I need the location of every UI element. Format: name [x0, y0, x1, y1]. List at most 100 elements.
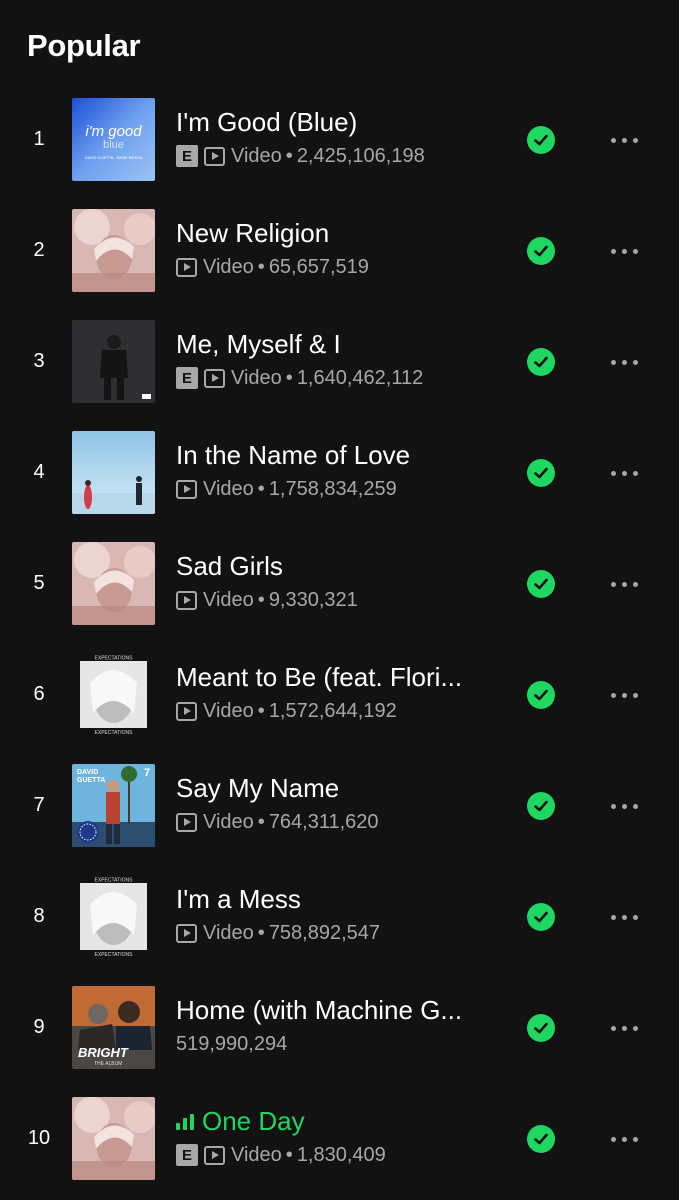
cover-art: i'm good blue DAVID GUETTA · BEBE REXHA	[72, 98, 155, 181]
track-row-7[interactable]: 7 DAVID GUETTA 7 Say My Name Video • 764,3…	[0, 750, 679, 861]
saved-check-icon[interactable]	[527, 903, 555, 931]
track-row-1[interactable]: 1 i'm good blue DAVID GUETTA · BEBE REXH…	[0, 84, 679, 195]
more-options-button[interactable]	[600, 1121, 648, 1157]
track-row-3[interactable]: 3 Me, Myself & I E Video • 1,640,462,112	[0, 306, 679, 417]
track-title[interactable]: Sad Girls	[176, 550, 496, 582]
cover-art	[72, 320, 155, 403]
meta-separator: •	[285, 144, 293, 167]
more-options-button[interactable]	[600, 455, 648, 491]
cover-art	[72, 1097, 155, 1180]
track-title[interactable]: Meant to Be (feat. Flori...	[176, 661, 496, 693]
track-title[interactable]: Say My Name	[176, 772, 496, 804]
track-title-text: Meant to Be (feat. Flori...	[176, 662, 463, 692]
track-row-6[interactable]: 6 EXPECTATIONS EXPECTATIONS Meant to Be …	[0, 639, 679, 750]
track-title[interactable]: New Religion	[176, 217, 496, 249]
dot	[610, 1136, 616, 1142]
track-title[interactable]: I'm Good (Blue)	[176, 106, 496, 138]
track-row-2[interactable]: 2 New Religion Video • 65,657,519	[0, 195, 679, 306]
track-title[interactable]: Me, Myself & I	[176, 328, 496, 360]
album-cover[interactable]: BRIGHT THE ALBUM	[72, 986, 155, 1069]
dot	[610, 581, 616, 587]
dot	[610, 470, 616, 476]
track-meta: Video • 1,758,834,259	[176, 477, 496, 501]
more-options-button[interactable]	[600, 677, 648, 713]
saved-check-icon[interactable]	[527, 348, 555, 376]
play-count: 1,640,462,112	[296, 366, 424, 389]
cover-text: EXPECTATIONS	[95, 730, 134, 736]
album-cover[interactable]: DAVID GUETTA 7	[72, 764, 155, 847]
more-options-button[interactable]	[600, 788, 648, 824]
dot	[632, 1136, 638, 1142]
track-row-8[interactable]: 8 EXPECTATIONS EXPECTATIONS I'm a Mess V…	[0, 861, 679, 972]
album-cover[interactable]	[72, 209, 155, 292]
dot	[621, 692, 627, 698]
track-title-text: Me, Myself & I	[176, 329, 341, 359]
track-info: In the Name of Love Video • 1,758,834,259	[176, 439, 496, 501]
dot	[621, 803, 627, 809]
video-icon	[176, 590, 197, 610]
cover-art: EXPECTATIONS EXPECTATIONS	[72, 653, 155, 736]
album-cover[interactable]	[72, 320, 155, 403]
track-row-10[interactable]: 10 One Day E Video • 1,830,409	[0, 1083, 679, 1194]
track-rank: 7	[33, 793, 45, 816]
track-info: Me, Myself & I E Video • 1,640,462,112	[176, 328, 496, 390]
video-icon	[204, 368, 225, 388]
track-row-9[interactable]: 9 BRIGHT THE ALBUM Home (with Machine G.…	[0, 972, 679, 1083]
album-cover[interactable]	[72, 1097, 155, 1180]
cover-text: DAVID	[77, 769, 98, 776]
meta-separator: •	[257, 699, 265, 722]
track-title[interactable]: I'm a Mess	[176, 883, 496, 915]
track-rank: 8	[33, 904, 45, 927]
cover-text: EXPECTATIONS	[95, 878, 134, 884]
meta-separator: •	[257, 588, 265, 611]
track-title-text: New Religion	[176, 218, 330, 248]
explicit-badge: E	[176, 1144, 198, 1166]
video-icon	[176, 923, 197, 943]
more-options-button[interactable]	[600, 122, 648, 158]
meta-separator: •	[257, 921, 265, 944]
track-type-label: Video	[203, 699, 254, 722]
more-options-button[interactable]	[600, 233, 648, 269]
album-cover[interactable]: i'm good blue DAVID GUETTA · BEBE REXHA	[72, 98, 155, 181]
album-cover[interactable]: EXPECTATIONS EXPECTATIONS	[72, 653, 155, 736]
saved-check-icon[interactable]	[527, 459, 555, 487]
album-cover[interactable]	[72, 431, 155, 514]
saved-check-icon[interactable]	[527, 570, 555, 598]
track-row-4[interactable]: 4 In the Name of Love Video • 1,758,834,25…	[0, 417, 679, 528]
saved-check-icon[interactable]	[527, 1125, 555, 1153]
track-title-text: In the Name of Love	[176, 440, 411, 470]
play-count: 2,425,106,198	[296, 144, 425, 167]
dot	[621, 137, 627, 143]
track-title-text: One Day	[202, 1106, 305, 1136]
track-info: New Religion Video • 65,657,519	[176, 217, 496, 279]
track-meta: 519,990,294	[176, 1032, 496, 1056]
dot	[632, 1025, 638, 1031]
saved-check-icon[interactable]	[527, 792, 555, 820]
play-count: 764,311,620	[268, 810, 379, 833]
dot	[610, 692, 616, 698]
track-info: Sad Girls Video • 9,330,321	[176, 550, 496, 612]
saved-check-icon[interactable]	[527, 126, 555, 154]
album-cover[interactable]	[72, 542, 155, 625]
track-rank: 2	[33, 238, 45, 261]
album-cover[interactable]: EXPECTATIONS EXPECTATIONS	[72, 875, 155, 958]
equalizer-icon	[176, 1112, 194, 1130]
saved-check-icon[interactable]	[527, 681, 555, 709]
more-options-button[interactable]	[600, 899, 648, 935]
more-options-button[interactable]	[600, 344, 648, 380]
track-title[interactable]: Home (with Machine G...	[176, 994, 496, 1026]
play-count: 758,892,547	[268, 921, 381, 944]
track-title[interactable]: In the Name of Love	[176, 439, 496, 471]
track-title-text: I'm a Mess	[176, 884, 301, 914]
more-options-button[interactable]	[600, 566, 648, 602]
track-title-text: Home (with Machine G...	[176, 995, 463, 1025]
video-icon	[176, 812, 197, 832]
track-title[interactable]: One Day	[176, 1105, 496, 1137]
play-count: 1,758,834,259	[268, 477, 397, 500]
dot	[632, 914, 638, 920]
saved-check-icon[interactable]	[527, 1014, 555, 1042]
more-options-button[interactable]	[600, 1010, 648, 1046]
track-row-5[interactable]: 5 Sad Girls Video • 9,330,321	[0, 528, 679, 639]
saved-check-icon[interactable]	[527, 237, 555, 265]
track-info: I'm Good (Blue) E Video • 2,425,106,198	[176, 106, 496, 168]
